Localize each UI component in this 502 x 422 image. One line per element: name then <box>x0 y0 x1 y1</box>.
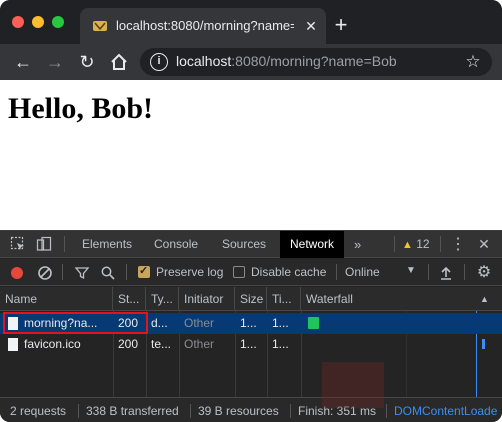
tab-network[interactable]: Network <box>280 231 345 258</box>
new-tab-icon[interactable]: + <box>330 14 352 36</box>
status-divider <box>190 404 191 418</box>
request-name[interactable]: favicon.ico <box>19 334 113 355</box>
warning-count: 12 <box>416 237 430 251</box>
address-bar[interactable]: i localhost:8080/morning?name=Bob ☆ <box>140 48 492 76</box>
browser-toolbar: ← → ↻ i localhost:8080/morning?name=Bob … <box>0 44 502 80</box>
title-bar: localhost:8080/morning?name=B ✕ + <box>0 0 502 44</box>
disable-cache-label: Disable cache <box>251 265 327 279</box>
column-time[interactable]: Ti... <box>267 287 301 311</box>
url-text[interactable]: localhost:8080/morning?name=Bob <box>176 53 397 69</box>
toolbar-divider <box>464 264 465 280</box>
filter-icon[interactable] <box>74 265 90 281</box>
device-toolbar-icon[interactable] <box>36 236 52 252</box>
status-divider <box>78 404 79 418</box>
request-count: 2 requests <box>10 404 67 418</box>
request-initiator: Other <box>184 337 215 351</box>
toolbar-divider <box>62 264 63 280</box>
column-type[interactable]: Ty... <box>146 287 179 311</box>
browser-tab[interactable]: localhost:8080/morning?name=B ✕ <box>80 8 326 44</box>
table-header: Name St... Ty... Initiator Size Ti... Wa… <box>0 287 502 311</box>
toolbar-divider <box>126 264 127 280</box>
table-row[interactable]: favicon.ico 200 te... Other 1... 1... <box>0 334 502 355</box>
warnings-counter[interactable]: ▲ 12 <box>402 231 430 258</box>
tab-divider <box>394 236 395 252</box>
document-file-icon <box>8 338 18 351</box>
record-button[interactable] <box>11 267 23 279</box>
sort-ascending-icon[interactable]: ▲ <box>480 294 489 304</box>
search-icon[interactable] <box>100 265 116 281</box>
home-icon[interactable] <box>107 50 131 74</box>
request-size: 1... <box>240 316 257 330</box>
close-window-button[interactable] <box>12 16 24 28</box>
request-initiator: Other <box>184 316 215 330</box>
status-divider <box>290 404 291 418</box>
request-size: 1... <box>240 337 257 351</box>
browser-window: localhost:8080/morning?name=B ✕ + ← → ↻ … <box>0 0 502 422</box>
resources-size: 39 B resources <box>198 404 279 418</box>
reload-icon[interactable]: ↻ <box>75 50 99 74</box>
page-viewport: Hello, Bob! <box>0 80 502 230</box>
tab-close-icon[interactable]: ✕ <box>302 17 320 35</box>
column-name[interactable]: Name <box>0 287 113 311</box>
preserve-log-label: Preserve log <box>156 265 224 279</box>
minimize-window-button[interactable] <box>32 16 44 28</box>
status-bar: 2 requests 338 B transferred 39 B resour… <box>0 397 502 422</box>
tab-console[interactable]: Console <box>144 231 208 258</box>
column-initiator[interactable]: Initiator <box>179 287 235 311</box>
network-requests-table: Name St... Ty... Initiator Size Ti... Wa… <box>0 287 502 397</box>
back-arrow-icon[interactable]: ← <box>11 50 35 74</box>
import-har-icon[interactable] <box>438 265 454 281</box>
waterfall-bar <box>308 317 319 329</box>
tab-divider <box>64 236 65 252</box>
request-time: 1... <box>272 316 289 330</box>
more-tabs-icon[interactable]: » <box>354 231 361 258</box>
close-devtools-icon[interactable]: ✕ <box>476 231 492 258</box>
waterfall-bar <box>482 339 485 349</box>
tab-title: localhost:8080/morning?name=B <box>116 18 294 33</box>
request-type: d... <box>151 316 168 330</box>
devtools-tab-bar: Elements Console Sources Network » ▲ 12 … <box>0 231 502 258</box>
request-time: 1... <box>272 337 289 351</box>
disable-cache-checkbox[interactable] <box>233 266 245 278</box>
request-type: te... <box>151 337 172 351</box>
warning-triangle-icon: ▲ <box>402 239 413 251</box>
transferred-size: 338 B transferred <box>86 404 179 418</box>
info-icon[interactable]: i <box>150 53 168 71</box>
chevron-down-icon[interactable]: ▼ <box>406 265 416 276</box>
tab-sources[interactable]: Sources <box>212 231 276 258</box>
tomcat-favicon-icon <box>93 21 107 31</box>
watermark-logo <box>322 362 384 408</box>
column-size[interactable]: Size <box>235 287 267 311</box>
tab-elements[interactable]: Elements <box>72 231 142 258</box>
url-path: :8080/morning?name=Bob <box>231 53 397 69</box>
clear-icon[interactable] <box>37 265 53 281</box>
forward-arrow-icon[interactable]: → <box>43 50 67 74</box>
network-toolbar: Preserve log Disable cache Online ▼ ⚙ <box>0 259 502 286</box>
preserve-log-checkbox[interactable] <box>138 264 150 278</box>
zoom-window-button[interactable] <box>52 16 64 28</box>
url-host: localhost <box>176 53 232 69</box>
toolbar-divider <box>428 264 429 280</box>
kebab-menu-icon[interactable]: ⋮ <box>450 231 466 258</box>
highlight-box <box>3 312 148 334</box>
column-waterfall[interactable]: Waterfall <box>301 287 502 311</box>
settings-gear-icon[interactable]: ⚙ <box>476 265 492 281</box>
page-heading: Hello, Bob! <box>8 92 154 125</box>
domcontentloaded-time: DOMContentLoade <box>394 404 498 418</box>
tab-divider <box>440 236 441 252</box>
throttling-select[interactable]: Online <box>345 265 380 279</box>
inspect-element-icon[interactable] <box>10 236 26 252</box>
request-status: 200 <box>118 337 139 351</box>
column-status[interactable]: St... <box>113 287 146 311</box>
toolbar-divider <box>336 264 337 280</box>
status-divider <box>386 404 387 418</box>
bookmark-star-icon[interactable]: ☆ <box>462 51 484 73</box>
